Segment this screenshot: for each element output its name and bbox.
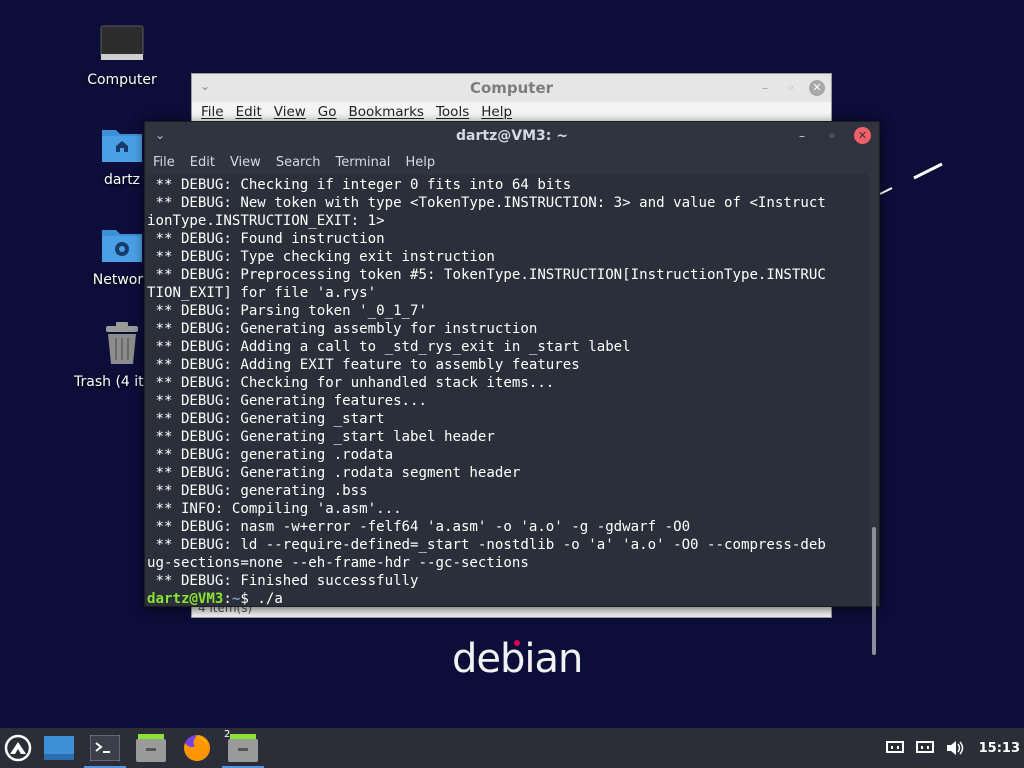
taskbar: 2 15:13: [0, 728, 1024, 768]
minimize-icon[interactable]: –: [794, 129, 810, 143]
menu-edit[interactable]: Edit: [236, 104, 262, 120]
maximize-icon[interactable]: ◦: [824, 129, 840, 143]
menu-terminal[interactable]: Terminal: [335, 155, 390, 170]
scrollbar-thumb[interactable]: [872, 527, 876, 655]
terminal-line: ionType.INSTRUCTION_EXIT: 1>: [147, 213, 385, 229]
window-menu-chevron-icon[interactable]: ⌄: [200, 79, 210, 93]
terminal-output[interactable]: ** DEBUG: Checking if integer 0 fits int…: [145, 175, 869, 606]
prompt-command: ./a: [257, 591, 283, 606]
terminal-line: ** DEBUG: Finished successfully: [147, 573, 419, 589]
terminal-line: ** DEBUG: Preprocessing token #5: TokenT…: [147, 267, 826, 283]
trash-icon: [106, 322, 138, 364]
menu-go[interactable]: Go: [318, 104, 337, 120]
terminal-line: ** DEBUG: Found instruction: [147, 231, 385, 247]
file-manager-menubar: File Edit View Go Bookmarks Tools Help: [192, 102, 831, 122]
window-count-badge: 2: [224, 729, 231, 740]
terminal-line: ** DEBUG: ld --require-defined=_start -n…: [147, 537, 826, 553]
show-desktop-button[interactable]: [36, 728, 82, 768]
terminal-line: ** DEBUG: Parsing token '_0_1_7': [147, 303, 428, 319]
terminal-line: ** DEBUG: generating .rodata: [147, 447, 394, 463]
minimize-icon[interactable]: –: [757, 81, 773, 95]
terminal-line: ** DEBUG: Generating _start label header: [147, 429, 495, 445]
taskbar-firefox-button[interactable]: [174, 728, 220, 768]
taskbar-terminal-button[interactable]: [82, 728, 128, 768]
terminal-prompt-line[interactable]: dartz@VM3:~$ ./a: [147, 590, 869, 606]
app-menu-icon: [4, 734, 32, 762]
terminal-line: ** DEBUG: Generating _start: [147, 411, 385, 427]
desktop-icon: [44, 736, 74, 760]
file-manager-titlebar[interactable]: ⌄ Computer – ◦ ✕: [192, 74, 831, 102]
close-icon[interactable]: ✕: [809, 80, 825, 96]
terminal-icon: [90, 735, 120, 761]
system-tray: 15:13: [885, 728, 1024, 768]
volume-icon[interactable]: [945, 739, 965, 757]
home-folder-icon: [102, 130, 142, 162]
terminal-line: ** DEBUG: Generating .rodata segment hea…: [147, 465, 521, 481]
network-wired-icon[interactable]: [915, 739, 935, 757]
terminal-menubar: File Edit View Search Terminal Help: [145, 150, 879, 174]
terminal-title: dartz@VM3: ~: [456, 128, 568, 144]
menu-edit[interactable]: Edit: [190, 155, 215, 170]
network-folder-icon: [102, 230, 142, 262]
terminal-line: ** DEBUG: Type checking exit instruction: [147, 249, 495, 265]
terminal-line: ** DEBUG: Adding EXIT feature to assembl…: [147, 357, 580, 373]
taskbar-files-button[interactable]: [128, 728, 174, 768]
prompt-symbol: $: [240, 591, 258, 606]
computer-icon: [100, 25, 144, 60]
terminal-line: TION_EXIT] for file 'a.rys': [147, 285, 377, 301]
terminal-line: ** INFO: Compiling 'a.asm'...: [147, 501, 402, 517]
terminal-line: ** DEBUG: nasm -w+error -felf64 'a.asm' …: [147, 519, 691, 535]
menu-file[interactable]: File: [201, 104, 224, 120]
close-icon[interactable]: ✕: [854, 127, 871, 144]
terminal-window[interactable]: ⌄ dartz@VM3: ~ – ◦ ✕ File Edit View Sear…: [144, 121, 880, 655]
menu-help[interactable]: Help: [405, 155, 435, 170]
debian-logo-dot: [514, 640, 520, 646]
terminal-line: ug-sections=none --eh-frame-hdr --gc-sec…: [147, 555, 529, 571]
menu-help[interactable]: Help: [481, 104, 512, 120]
file-cabinet-icon: [228, 734, 258, 762]
desktop-icon-computer[interactable]: Computer: [74, 24, 170, 88]
menu-tools[interactable]: Tools: [436, 104, 469, 120]
menu-bookmarks[interactable]: Bookmarks: [349, 104, 424, 120]
prompt-separator: :: [223, 591, 232, 606]
terminal-titlebar[interactable]: ⌄ dartz@VM3: ~ – ◦ ✕: [145, 122, 879, 150]
terminal-line: ** DEBUG: New token with type <TokenType…: [147, 195, 826, 211]
file-manager-title: Computer: [469, 79, 554, 97]
firefox-icon: [184, 735, 210, 761]
debian-logo: debian: [452, 636, 583, 682]
menu-file[interactable]: File: [153, 155, 175, 170]
terminal-line: ** DEBUG: Checking for unhandled stack i…: [147, 375, 555, 391]
terminal-line: ** DEBUG: generating .bss: [147, 483, 368, 499]
desktop-icon-label: Computer: [87, 72, 157, 88]
file-manager-controls: – ◦ ✕: [757, 80, 825, 96]
network-wired-icon[interactable]: [885, 739, 905, 757]
terminal-line: ** DEBUG: Adding a call to _std_rys_exit…: [147, 339, 631, 355]
file-cabinet-icon: [136, 734, 166, 762]
clock[interactable]: 15:13: [979, 741, 1020, 756]
terminal-line: ** DEBUG: Generating assembly for instru…: [147, 321, 538, 337]
menu-view[interactable]: View: [274, 104, 306, 120]
prompt-user-host: dartz@VM3: [147, 591, 224, 606]
wallpaper-swoosh: [880, 162, 943, 195]
window-menu-chevron-icon[interactable]: ⌄: [155, 128, 165, 142]
terminal-scrollbar[interactable]: [869, 175, 879, 655]
app-menu-button[interactable]: [0, 728, 36, 768]
taskbar-file-manager-group-button[interactable]: 2: [220, 728, 266, 768]
terminal-controls: – ◦ ✕: [794, 127, 871, 144]
menu-search[interactable]: Search: [276, 155, 321, 170]
terminal-line: ** DEBUG: Generating features...: [147, 393, 428, 409]
maximize-icon[interactable]: ◦: [783, 81, 799, 95]
terminal-line: ** DEBUG: Checking if integer 0 fits int…: [147, 177, 572, 193]
menu-view[interactable]: View: [230, 155, 261, 170]
